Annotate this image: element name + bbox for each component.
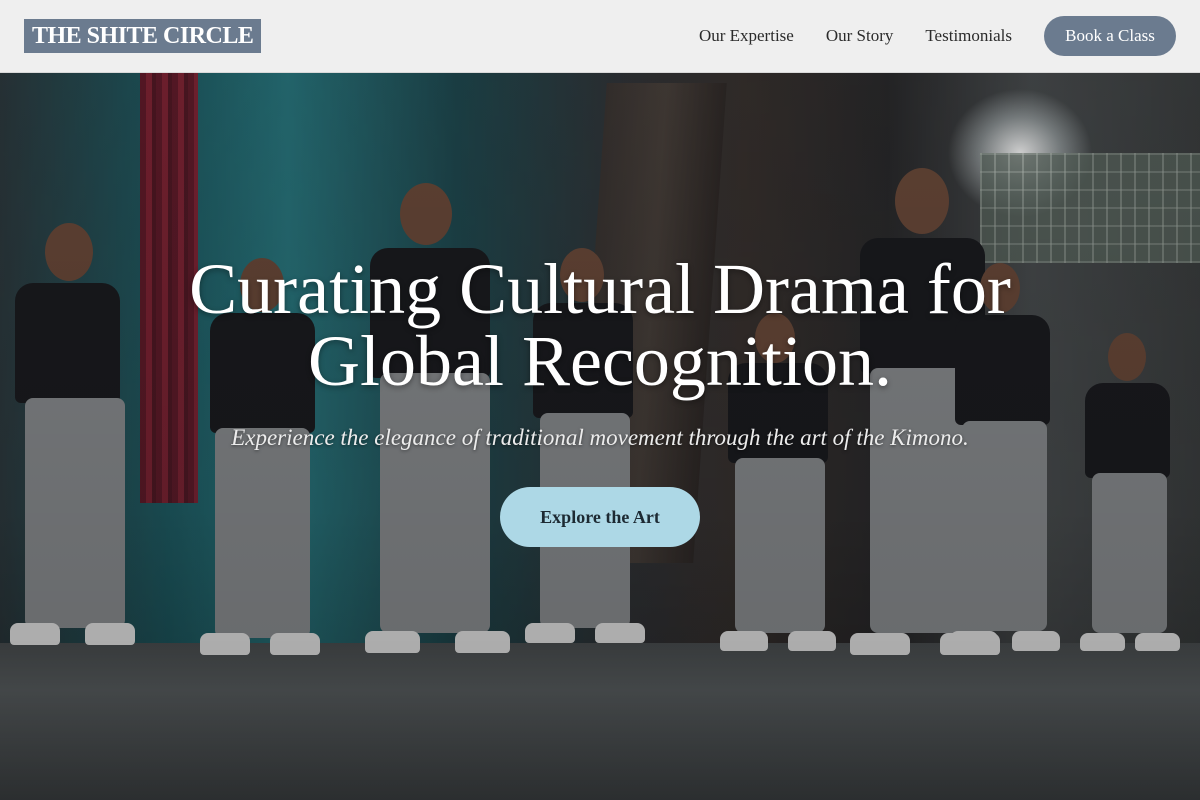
hero-subtitle: Experience the elegance of traditional m… (231, 425, 969, 450)
site-header: THE SHITE CIRCLE Our Expertise Our Story… (0, 0, 1200, 73)
nav-link-our-expertise[interactable]: Our Expertise (699, 26, 794, 46)
nav-link-our-story[interactable]: Our Story (826, 26, 894, 46)
hero-title-line-1: Curating Cultural Drama for (189, 249, 1011, 329)
nav-link-testimonials[interactable]: Testimonials (925, 26, 1012, 46)
hero-title: Curating Cultural Drama for Global Recog… (0, 253, 1200, 397)
explore-the-art-button[interactable]: Explore the Art (500, 487, 700, 547)
hero-title-line-2: Global Recognition. (308, 321, 892, 401)
hero-content: Curating Cultural Drama for Global Recog… (0, 253, 1200, 547)
hero-section: Curating Cultural Drama for Global Recog… (0, 73, 1200, 800)
site-logo[interactable]: THE SHITE CIRCLE (24, 19, 262, 53)
main-nav: Our Expertise Our Story Testimonials Boo… (699, 16, 1176, 56)
book-a-class-button[interactable]: Book a Class (1044, 16, 1176, 56)
